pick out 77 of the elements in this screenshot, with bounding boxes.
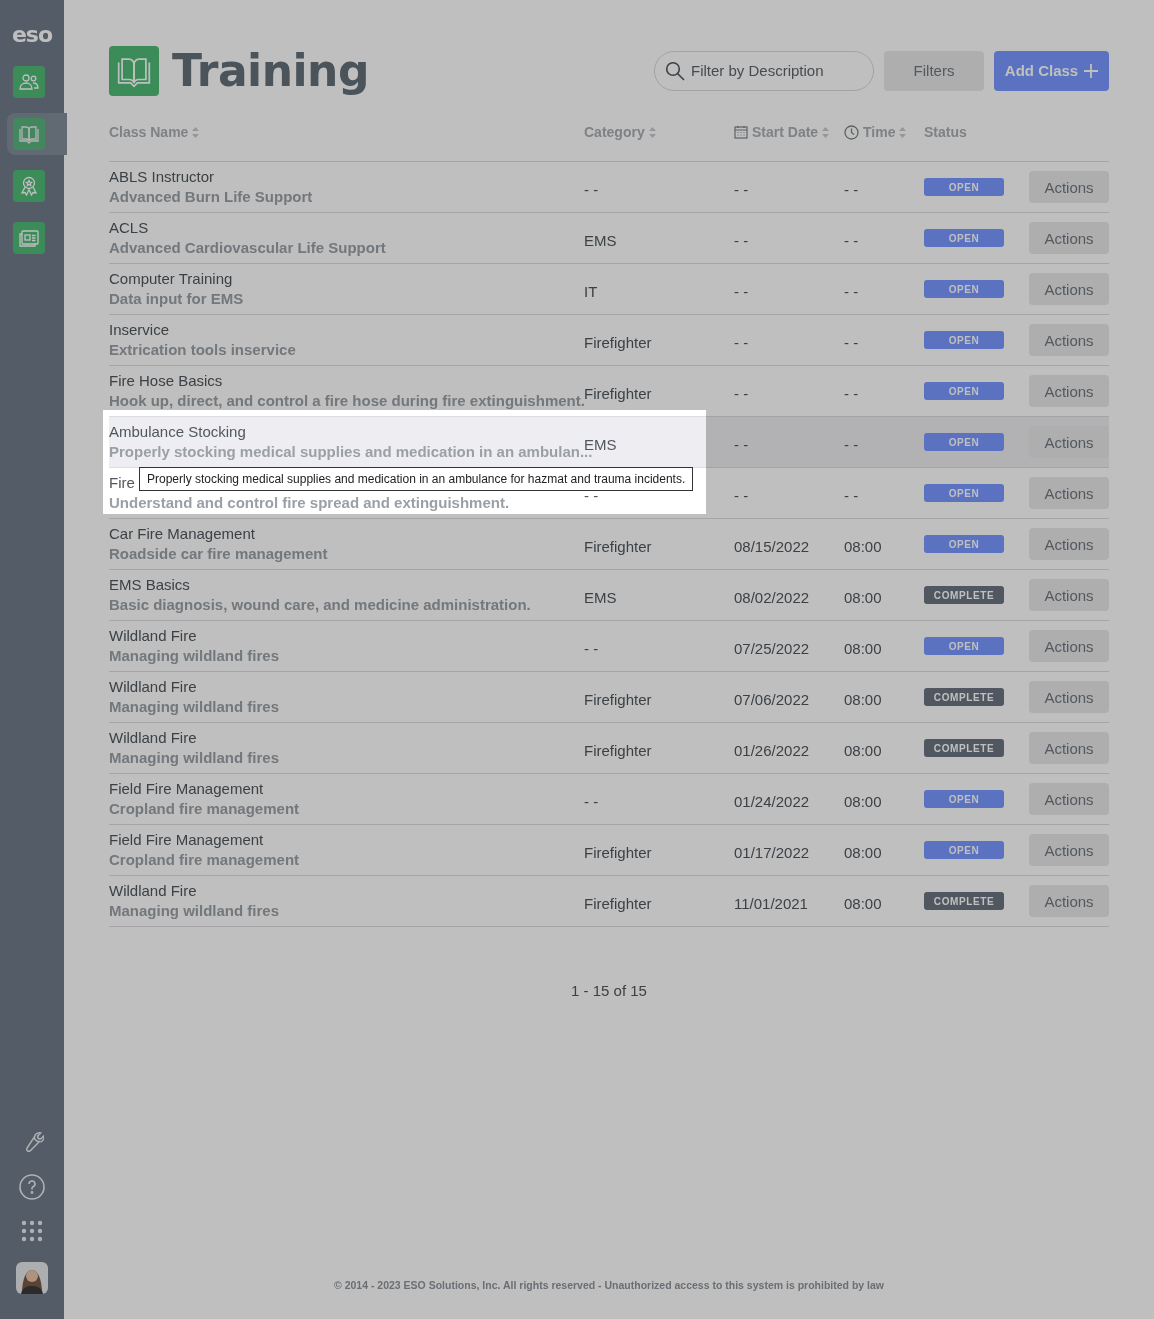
category-cell-text: Firefighter (584, 842, 653, 861)
start-date-cell-text: - - (734, 485, 750, 504)
status-badge: OPEN (924, 280, 1004, 298)
start-date-cell-text: - - (734, 281, 750, 300)
category-cell-text: IT (584, 281, 599, 300)
status-badge: OPEN (924, 841, 1004, 859)
category-cell-text: Firefighter (584, 689, 653, 708)
class-description: Roadside car fire management (109, 544, 328, 564)
class-description: Understand and control fire spread and extinguishment. (109, 493, 510, 513)
status-badge: OPEN (924, 382, 1004, 400)
category-cell-text: - - (584, 179, 600, 198)
class-description: Advanced Burn Life Support (109, 187, 313, 207)
class-description: Cropland fire management (109, 850, 300, 870)
class-description: Managing wildland fires (109, 748, 280, 768)
time-cell-text: 08:00 (844, 893, 883, 912)
time-cell-text: 08:00 (844, 791, 883, 810)
column-header: Status (924, 124, 967, 140)
class-description: Data input for EMS (109, 289, 244, 309)
category-cell-text: Firefighter (584, 740, 653, 759)
start-date-cell-text: 08/15/2022 (734, 536, 811, 555)
time-cell-text: - - (844, 281, 860, 300)
copyright-footer: © 2014 - 2023 ESO Solutions, Inc. All rights reserved - Unauthorized access to this system is prohibited by law (109, 1279, 1109, 1291)
time-cell-text: 08:00 (844, 536, 883, 555)
time-cell-text: 08:00 (844, 689, 883, 708)
status-badge: OPEN (924, 331, 1004, 349)
category-cell-text: Firefighter (584, 383, 653, 402)
category-cell-text: EMS (584, 230, 618, 249)
time-cell-text: 08:00 (844, 638, 883, 657)
status-badge: COMPLETE (924, 688, 1004, 706)
tooltip: Properly stocking medical supplies and medication in an ambulance for hazmat and trauma incidents. (139, 467, 694, 491)
category-cell-text: Firefighter (584, 332, 653, 351)
class-description: Managing wildland fires (109, 901, 280, 921)
category-cell-text: Firefighter (584, 536, 653, 555)
status-badge: OPEN (924, 535, 1004, 553)
category-cell-text: Firefighter (584, 893, 653, 912)
start-date-cell-text: - - (734, 332, 750, 351)
time-cell-text: - - (844, 383, 860, 402)
class-description: Managing wildland fires (109, 697, 280, 717)
start-date-cell-text: - - (734, 434, 750, 453)
status-badge: OPEN (924, 229, 1004, 247)
page-title: Training (172, 45, 369, 96)
time-cell-text: - - (844, 332, 860, 351)
start-date-cell-text: 08/02/2022 (734, 587, 811, 606)
status-badge: COMPLETE (924, 892, 1004, 910)
time-cell-text: - - (844, 230, 860, 249)
status-badge: COMPLETE (924, 586, 1004, 604)
class-description: Extrication tools inservice (109, 340, 296, 360)
time-cell-text: - - (844, 179, 860, 198)
class-description: Hook up, direct, and control a fire hose during fire extinguishment. (109, 391, 585, 411)
status-badge: OPEN (924, 433, 1004, 451)
pagination-text: 1 - 15 of 15 (570, 982, 648, 999)
start-date-cell-text: 07/25/2022 (734, 638, 811, 657)
time-cell-text: - - (844, 485, 860, 504)
start-date-cell-text: 01/26/2022 (734, 740, 811, 759)
start-date-cell-text: - - (734, 179, 750, 198)
class-description: Advanced Cardiovascular Life Support (109, 238, 386, 258)
status-badge: COMPLETE (924, 739, 1004, 757)
class-description: Managing wildland fires (109, 646, 280, 666)
status-badge: OPEN (924, 637, 1004, 655)
class-description: Cropland fire management (109, 799, 300, 819)
category-cell-text: EMS (584, 587, 618, 606)
start-date-cell-text: - - (734, 230, 750, 249)
status-badge: OPEN (924, 484, 1004, 502)
start-date-cell-text: 11/01/2021 (734, 893, 809, 912)
time-cell-text: 08:00 (844, 740, 883, 759)
category-cell-text: - - (584, 791, 600, 810)
time-cell-text: - - (844, 434, 860, 453)
category-cell-text: - - (584, 638, 600, 657)
time-cell-text: 08:00 (844, 587, 883, 606)
status-badge: OPEN (924, 178, 1004, 196)
time-cell-text: 08:00 (844, 842, 883, 861)
class-description: Basic diagnosis, wound care, and medicine administration. (109, 595, 531, 615)
start-date-cell-text: 01/24/2022 (734, 791, 811, 810)
start-date-cell-text: - - (734, 383, 750, 402)
start-date-cell-text: 01/17/2022 (734, 842, 811, 861)
start-date-cell-text: 07/06/2022 (734, 689, 811, 708)
status-badge: OPEN (924, 790, 1004, 808)
